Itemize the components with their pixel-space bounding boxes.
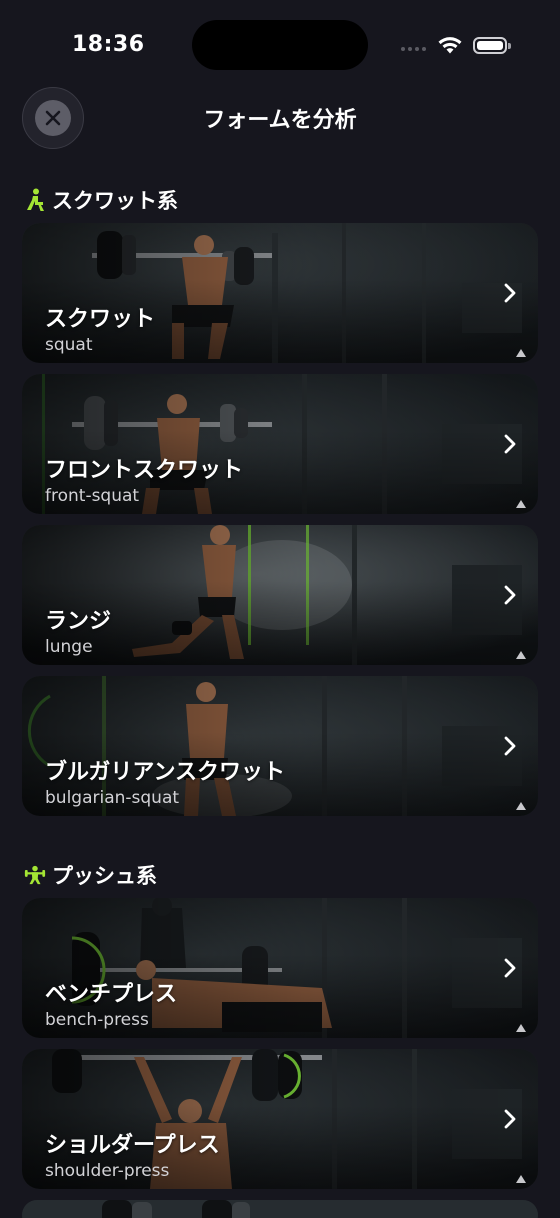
- cellular-signal-icon: [401, 47, 426, 51]
- card-title: ブルガリアンスクワット: [45, 760, 286, 785]
- chevron-right-icon: [504, 585, 516, 605]
- card-title: ショルダープレス: [45, 1133, 220, 1158]
- exercise-card-shoulder-press[interactable]: ショルダープレス shoulder-press: [22, 1049, 538, 1189]
- card-subtitle: front-squat: [45, 486, 140, 506]
- corner-marker: [516, 500, 526, 508]
- card-subtitle: shoulder-press: [45, 1161, 170, 1181]
- page-title: フォームを分析: [203, 108, 357, 133]
- chevron-right-icon: [504, 283, 516, 303]
- weightlifter-icon: [24, 865, 46, 885]
- exercise-card-front-squat[interactable]: フロントスクワット front-squat: [22, 374, 538, 514]
- card-title: ランジ: [45, 609, 112, 634]
- corner-marker: [516, 349, 526, 357]
- card-subtitle: bench-press: [45, 1010, 149, 1030]
- card-title: スクワット: [45, 307, 156, 332]
- card-subtitle: lunge: [45, 637, 93, 657]
- exercise-card-bulgarian-squat[interactable]: ブルガリアンスクワット bulgarian-squat: [22, 676, 538, 816]
- corner-marker: [516, 651, 526, 659]
- exercise-card-squat[interactable]: スクワット squat: [22, 223, 538, 363]
- section-title: スクワット系: [52, 189, 178, 213]
- corner-marker: [516, 1024, 526, 1032]
- chevron-right-icon: [504, 434, 516, 454]
- card-title: フロントスクワット: [45, 458, 244, 483]
- chevron-right-icon: [504, 958, 516, 978]
- section-header-push: プッシュ系: [24, 860, 157, 890]
- card-subtitle: squat: [45, 335, 93, 355]
- status-bar: 18:36: [0, 0, 560, 90]
- battery-icon: [473, 37, 511, 54]
- chevron-right-icon: [504, 736, 516, 756]
- corner-marker: [516, 1175, 526, 1183]
- status-time: 18:36: [72, 32, 145, 57]
- card-title: ベンチプレス: [45, 982, 178, 1007]
- card-subtitle: bulgarian-squat: [45, 788, 180, 808]
- wifi-icon: [438, 37, 462, 54]
- section-title: プッシュ系: [52, 864, 157, 888]
- exercise-card-lunge[interactable]: ランジ lunge: [22, 525, 538, 665]
- section-header-squat: スクワット系: [24, 185, 178, 215]
- squat-person-icon: [27, 188, 44, 211]
- exercise-card-bench-press[interactable]: ベンチプレス bench-press: [22, 898, 538, 1038]
- chevron-right-icon: [504, 1109, 516, 1129]
- dynamic-island: [192, 20, 368, 70]
- exercise-card-next-partial[interactable]: [22, 1200, 538, 1218]
- next-exercise-photo: [22, 1200, 538, 1218]
- corner-marker: [516, 802, 526, 810]
